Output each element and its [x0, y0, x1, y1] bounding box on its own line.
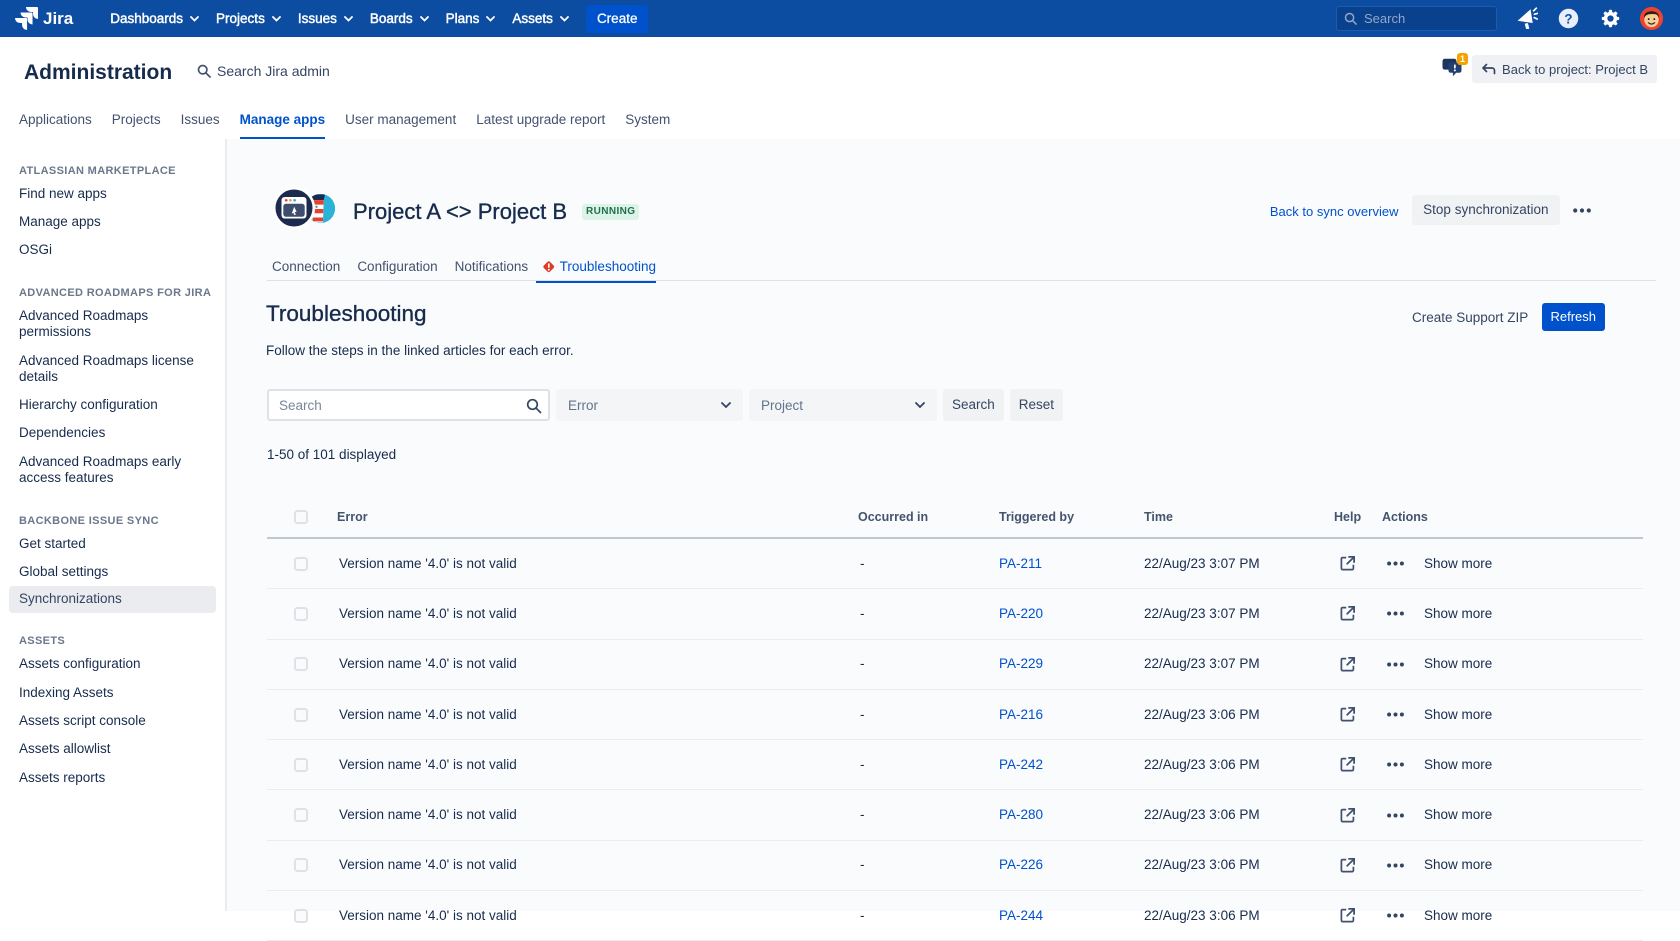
- svg-text:?: ?: [1564, 11, 1572, 26]
